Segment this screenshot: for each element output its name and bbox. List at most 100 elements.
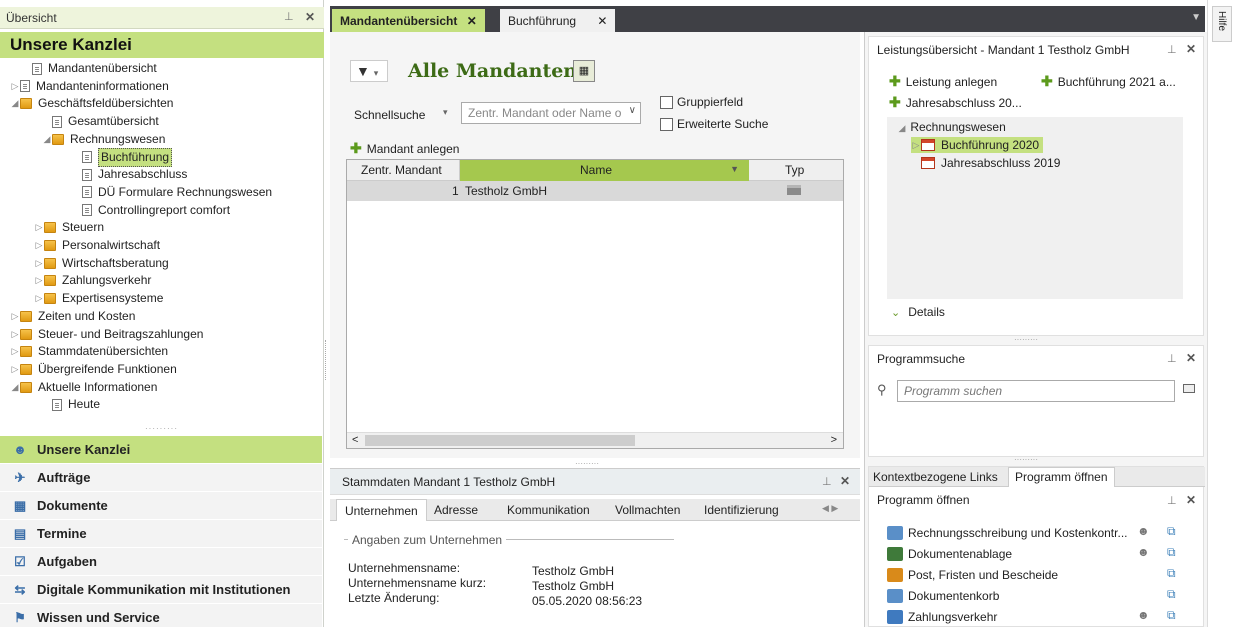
pin-icon[interactable]: ⊥ [1167,43,1177,56]
open-program-icon[interactable]: ⧉ [1167,566,1176,581]
expand-icon[interactable]: ▷ [10,343,20,360]
tree-item[interactable]: ▷ Stammdatenübersichten [10,343,169,360]
scroll-thumb[interactable] [365,435,635,446]
program-item[interactable]: Dokumentenkorb [887,589,1187,603]
tab-menu-icon[interactable]: ▼ [1191,12,1201,23]
tree-root[interactable]: ◢ Rechnungswesen [897,120,1006,134]
check-gruppierfeld[interactable]: Gruppierfeld [660,95,743,110]
nav-wissen-und-service[interactable]: ⚑ Wissen und Service [0,603,322,627]
tab-programm-oeffnen[interactable]: Programm öffnen [1008,467,1115,487]
tree-item[interactable]: Gesamtübersicht [42,113,159,130]
close-icon[interactable]: ✕ [1186,351,1196,365]
action-leistung-anlegen[interactable]: ✚ Leistung anlegen [889,73,997,90]
filter-button[interactable]: ▼ ▾ [350,60,388,82]
tab-kommunikation[interactable]: Kommunikation [507,503,590,517]
tree-item[interactable]: ▷ Zahlungsverkehr [34,272,152,289]
tree-item[interactable]: DÜ Formulare Rechnungswesen [72,184,272,201]
add-mandant-button[interactable]: ✚ Mandant anlegen [350,140,459,157]
expand-icon[interactable]: ▷ [34,272,44,289]
pin-icon[interactable]: ⊥ [822,475,832,488]
program-item[interactable]: Post, Fristen und Bescheide [887,568,1187,582]
close-icon[interactable]: ✕ [1186,493,1196,507]
expand-icon[interactable]: ▷ [911,140,921,151]
chevron-down-icon[interactable]: ∨ [629,105,636,116]
table-row[interactable]: 1 Testholz GmbH [347,181,843,201]
nav-digitale-kommunikation-mit-institutionen[interactable]: ⇆ Digitale Kommunikation mit Institutione… [0,575,322,603]
tree-item[interactable]: Buchführung [72,147,173,167]
tree-item[interactable]: ▷ Übergreifende Funktionen [10,361,177,378]
pin-icon[interactable]: ⊥ [284,10,294,23]
nav-termine[interactable]: ▤ Termine [0,519,322,547]
col-typ[interactable]: Typ [785,163,804,177]
keyboard-icon[interactable] [1183,384,1195,393]
expand-icon[interactable]: ▷ [34,255,44,272]
col-name[interactable]: Name ▼ [459,160,749,181]
close-icon[interactable]: ✕ [840,474,850,488]
tree-item[interactable]: Controllingreport comfort [72,202,230,219]
tree-item[interactable]: Mandantenübersicht [22,60,157,77]
tree-item[interactable]: ▷ Steuer- und Beitragszahlungen [10,326,204,343]
tree-item[interactable]: ▷ Wirtschaftsberatung [34,255,169,272]
open-program-icon[interactable]: ⧉ [1167,545,1176,560]
tab-close-icon[interactable]: ✕ [597,14,607,28]
tab-adresse[interactable]: Adresse [434,503,478,517]
tab-kontextbezogene-links[interactable]: Kontextbezogene Links [873,470,998,484]
tree-item[interactable]: ◢ Geschäftsfeldübersichten [10,95,174,112]
splitter-grip[interactable]: ········· [145,424,178,433]
tree-item[interactable]: Jahresabschluss [72,166,187,183]
schnellsuche-dropdown-icon[interactable]: ▾ [443,107,448,118]
user-program-icon[interactable]: ☻ [1137,545,1150,559]
close-icon[interactable]: ✕ [305,10,315,24]
expand-icon[interactable]: ▷ [10,78,20,95]
nav-aufgaben[interactable]: ☑ Aufgaben [0,547,322,575]
expand-icon[interactable]: ▷ [34,237,44,254]
tree-item[interactable]: Heute [42,396,100,413]
tree-item[interactable]: ▷ Zeiten und Kosten [10,308,136,325]
collapse-icon[interactable]: ◢ [10,379,20,396]
scroll-left-icon[interactable]: < [352,434,358,446]
expand-icon[interactable]: ▷ [34,219,44,236]
check-erweiterte-suche[interactable]: Erweiterte Suche [660,117,768,132]
nav-aufträge[interactable]: ✈ Aufträge [0,463,322,491]
expand-icon[interactable]: ▷ [10,326,20,343]
pin-icon[interactable]: ⊥ [1167,352,1177,365]
tree-item[interactable]: ◢ Rechnungswesen [42,131,166,148]
tree-item[interactable]: ▷ Steuern [34,219,105,236]
open-program-icon[interactable]: ⧉ [1167,608,1176,623]
tab-identifizierung[interactable]: Identifizierung [704,503,779,517]
user-program-icon[interactable]: ☻ [1137,524,1150,538]
open-program-icon[interactable]: ⧉ [1167,587,1176,602]
tree-item-buchfuehrung-2020[interactable]: ▷ Buchführung 2020 [911,137,1044,153]
tab-buchfuehrung[interactable]: Buchführung ✕ [500,9,616,32]
checkbox[interactable] [660,96,673,110]
horizontal-scrollbar[interactable]: < > [347,432,843,448]
expand-icon[interactable]: ▷ [10,308,20,325]
splitter-grip[interactable]: ········· [1014,455,1038,464]
action-jahresabschluss[interactable]: ✚ Jahresabschluss 20... [889,94,1022,111]
details-toggle[interactable]: ⌄ Details [891,305,945,319]
search-input[interactable]: Zentr. Mandant oder Name o ∨ [461,102,641,124]
splitter-grip[interactable]: ········· [1014,335,1038,344]
expand-icon[interactable]: ▷ [34,290,44,307]
close-icon[interactable]: ✕ [1186,42,1196,56]
horizontal-splitter[interactable]: ········· [575,459,599,468]
open-program-icon[interactable]: ⧉ [1167,524,1176,539]
nav-dokumente[interactable]: ▦ Dokumente [0,491,322,519]
tree-item[interactable]: ◢ Aktuelle Informationen [10,379,158,396]
collapse-icon[interactable]: ◢ [10,95,20,112]
tree-item[interactable]: ▷ Personalwirtschaft [34,237,161,254]
tree-item[interactable]: ▷ Mandanteninformationen [10,78,169,95]
programm-search-input[interactable]: Programm suchen [897,380,1175,402]
collapse-icon[interactable]: ◢ [42,131,52,148]
layout-icon[interactable]: ▦ [573,60,595,82]
col-zentr-mandant[interactable]: Zentr. Mandant [361,163,442,177]
tab-vollmachten[interactable]: Vollmachten [615,503,680,517]
tab-unternehmen[interactable]: Unternehmen [336,499,427,521]
collapse-icon[interactable]: ◢ [897,123,907,134]
expand-icon[interactable]: ▷ [10,361,20,378]
tab-mandantenuebersicht[interactable]: Mandantenübersicht ✕ [332,9,485,32]
tree-item-jahresabschluss-2019[interactable]: Jahresabschluss 2019 [921,156,1060,170]
nav-unsere-kanzlei[interactable]: ☻ Unsere Kanzlei [0,435,322,463]
tree-item[interactable]: ▷ Expertisensysteme [34,290,164,307]
stammdaten-scroll[interactable]: ◀ ▶ [822,503,838,514]
